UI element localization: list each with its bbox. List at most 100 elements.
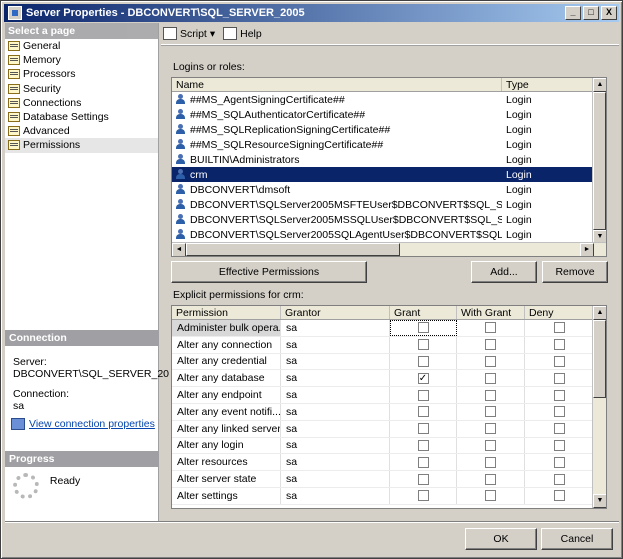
permission-row[interactable]: Alter any connection sa xyxy=(172,336,594,354)
page-item-connections[interactable]: Connections xyxy=(5,96,158,110)
login-row[interactable]: DBCONVERT\SQLServer2005MSFTEUser$DBCONVE… xyxy=(172,197,594,212)
grant-checkbox[interactable]: ✓ xyxy=(417,372,429,384)
deny-checkbox[interactable] xyxy=(553,490,565,502)
deny-checkbox[interactable] xyxy=(553,355,565,367)
page-item-security[interactable]: Security xyxy=(5,82,158,96)
with-grant-checkbox[interactable] xyxy=(485,406,496,418)
with-grant-cell xyxy=(457,487,525,504)
grant-checkbox[interactable] xyxy=(417,490,429,502)
with-grant-checkbox[interactable] xyxy=(485,372,496,384)
help-button[interactable]: Help xyxy=(223,27,262,40)
perm-scroll-down-arrow[interactable]: ▼ xyxy=(593,494,606,508)
with-grant-checkbox[interactable] xyxy=(485,423,496,435)
logins-name-header[interactable]: Name xyxy=(172,78,502,91)
deny-checkbox[interactable] xyxy=(553,372,565,384)
deny-checkbox[interactable] xyxy=(553,322,565,334)
scroll-left-arrow[interactable]: ◄ xyxy=(172,243,186,256)
grant-checkbox[interactable] xyxy=(417,355,429,367)
page-item-processors[interactable]: Processors xyxy=(5,67,158,81)
login-row[interactable]: ##MS_SQLReplicationSigningCertificate## L… xyxy=(172,122,594,137)
login-row[interactable]: ##MS_SQLResourceSigningCertificate## Logi… xyxy=(172,137,594,152)
permission-row[interactable]: Alter any credential sa xyxy=(172,353,594,371)
deny-column-header[interactable]: Deny xyxy=(525,306,594,319)
deny-checkbox[interactable] xyxy=(553,439,565,451)
horizontal-scroll-thumb[interactable] xyxy=(186,243,400,256)
grant-checkbox[interactable] xyxy=(417,456,429,468)
perm-scroll-up-arrow[interactable]: ▲ xyxy=(593,306,606,320)
minimize-button[interactable]: _ xyxy=(565,6,581,20)
grant-column-header[interactable]: Grant xyxy=(390,306,457,319)
script-button[interactable]: Script ▾ xyxy=(163,27,215,40)
grant-checkbox[interactable] xyxy=(418,322,429,334)
permission-grantor: sa xyxy=(281,353,390,370)
with-grant-checkbox[interactable] xyxy=(485,355,496,367)
with-grant-checkbox[interactable] xyxy=(485,456,496,468)
close-button[interactable]: X xyxy=(601,6,617,20)
permission-row[interactable]: Alter any event notifi... sa xyxy=(172,403,594,421)
login-row[interactable]: DBCONVERT\dmsoft Login xyxy=(172,182,594,197)
title-bar[interactable]: Server Properties - DBCONVERT\SQL_SERVER… xyxy=(4,4,619,22)
add-button[interactable]: Add... xyxy=(471,261,537,283)
deny-checkbox[interactable] xyxy=(553,456,565,468)
login-row[interactable]: DBCONVERT\SQLServer2005SQLAgentUser$DBCO… xyxy=(172,227,594,242)
permission-row[interactable]: Alter any database sa ✓ xyxy=(172,370,594,388)
login-row[interactable]: ##MS_SQLAuthenticatorCertificate## Login xyxy=(172,107,594,122)
scroll-thumb[interactable] xyxy=(593,92,606,230)
deny-checkbox[interactable] xyxy=(553,473,565,485)
with-grant-checkbox[interactable] xyxy=(485,339,496,351)
remove-button[interactable]: Remove xyxy=(542,261,608,283)
deny-checkbox[interactable] xyxy=(553,406,565,418)
logins-vertical-scrollbar[interactable]: ▲ ▼ xyxy=(592,78,606,244)
deny-checkbox[interactable] xyxy=(553,423,565,435)
permissions-vertical-scrollbar[interactable]: ▲ ▼ xyxy=(592,306,606,508)
scroll-up-arrow[interactable]: ▲ xyxy=(593,78,606,92)
login-type: Login xyxy=(506,228,532,241)
with-grant-checkbox[interactable] xyxy=(485,389,496,401)
page-item-permissions[interactable]: Permissions xyxy=(5,138,158,153)
grant-checkbox[interactable] xyxy=(417,473,429,485)
grant-checkbox[interactable] xyxy=(417,406,429,418)
scroll-right-arrow[interactable]: ► xyxy=(580,243,594,256)
login-row[interactable]: BUILTIN\Administrators Login xyxy=(172,152,594,167)
logins-type-header[interactable]: Type xyxy=(502,78,594,91)
grant-checkbox[interactable] xyxy=(417,439,429,451)
deny-checkbox[interactable] xyxy=(553,339,565,351)
login-row[interactable]: ##MS_AgentSigningCertificate## Login xyxy=(172,92,594,107)
with-grant-checkbox[interactable] xyxy=(485,439,496,451)
page-item-general[interactable]: General xyxy=(5,39,158,53)
deny-checkbox[interactable] xyxy=(553,389,565,401)
logins-horizontal-scrollbar[interactable]: ◄ ► xyxy=(172,242,606,256)
with-grant-column-header[interactable]: With Grant xyxy=(457,306,525,319)
permission-name: Alter resources xyxy=(172,454,281,471)
permission-row[interactable]: Administer bulk opera... sa xyxy=(172,320,594,337)
permission-row[interactable]: Alter settings sa xyxy=(172,487,594,505)
grant-checkbox[interactable] xyxy=(417,389,429,401)
view-connection-properties-link[interactable]: View connection properties xyxy=(29,418,155,430)
login-row[interactable]: DBCONVERT\SQLServer2005MSSQLUser$DBCONVE… xyxy=(172,212,594,227)
with-grant-checkbox[interactable] xyxy=(485,473,496,485)
with-grant-checkbox[interactable] xyxy=(485,322,496,334)
permission-row[interactable]: Alter any linked server sa xyxy=(172,420,594,438)
cancel-button[interactable]: Cancel xyxy=(541,528,613,550)
permission-row[interactable]: Alter any endpoint sa xyxy=(172,387,594,404)
grantor-column-header[interactable]: Grantor xyxy=(281,306,390,319)
login-user-icon xyxy=(175,214,187,225)
ok-button[interactable]: OK xyxy=(465,528,537,550)
permissions-grid[interactable]: Permission Grantor Grant With Grant Deny… xyxy=(171,305,607,509)
permission-row[interactable]: Alter any login sa xyxy=(172,437,594,455)
permission-column-header[interactable]: Permission xyxy=(172,306,281,319)
page-item-advanced[interactable]: Advanced xyxy=(5,124,158,138)
logins-grid[interactable]: Name Type ##MS_AgentSigningCertificate##… xyxy=(171,77,607,257)
maximize-button[interactable]: □ xyxy=(583,6,599,20)
permission-row[interactable]: Alter server state sa xyxy=(172,471,594,488)
page-item-memory[interactable]: Memory xyxy=(5,53,158,67)
page-item-database-settings[interactable]: Database Settings xyxy=(5,110,158,124)
with-grant-checkbox[interactable] xyxy=(485,490,496,502)
grant-checkbox[interactable] xyxy=(417,339,429,351)
login-row[interactable]: crm Login xyxy=(172,167,594,182)
effective-permissions-button[interactable]: Effective Permissions xyxy=(171,261,367,283)
grant-checkbox[interactable] xyxy=(417,423,429,435)
perm-scroll-thumb[interactable] xyxy=(593,320,606,398)
permission-row[interactable]: Alter resources sa xyxy=(172,454,594,472)
script-dropdown-icon[interactable]: ▾ xyxy=(210,28,215,40)
